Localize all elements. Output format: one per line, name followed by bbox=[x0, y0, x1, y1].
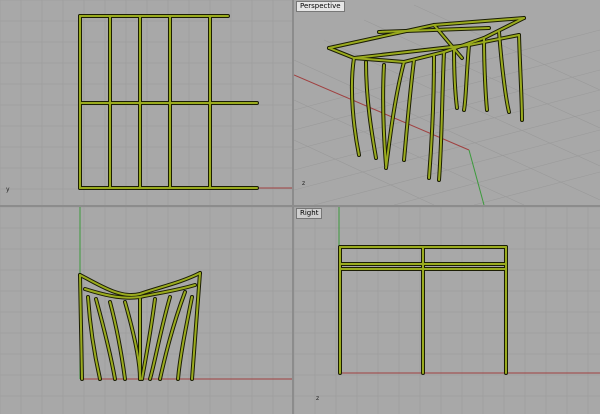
grid bbox=[0, 207, 292, 414]
perspective-grid bbox=[294, 4, 600, 205]
viewport-right[interactable]: Right z bbox=[294, 207, 600, 414]
viewport-front[interactable] bbox=[0, 207, 292, 414]
viewport-title-right[interactable]: Right bbox=[296, 208, 323, 219]
axis-indicator-z: z bbox=[316, 395, 320, 402]
viewport-title-perspective[interactable]: Perspective bbox=[296, 1, 345, 12]
right-view-canvas[interactable] bbox=[294, 207, 600, 414]
viewport-perspective[interactable]: Perspective z bbox=[294, 0, 600, 205]
top-view-canvas[interactable] bbox=[0, 0, 292, 205]
perspective-view-canvas[interactable] bbox=[294, 0, 600, 205]
structure-perspective bbox=[327, 16, 526, 182]
structure-front bbox=[78, 271, 202, 381]
axis-indicator-z: z bbox=[302, 180, 306, 187]
viewport-top[interactable]: y bbox=[0, 0, 292, 205]
axis-indicator-y: y bbox=[6, 186, 10, 193]
front-view-canvas[interactable] bbox=[0, 207, 292, 414]
y-axis-line bbox=[468, 149, 485, 205]
